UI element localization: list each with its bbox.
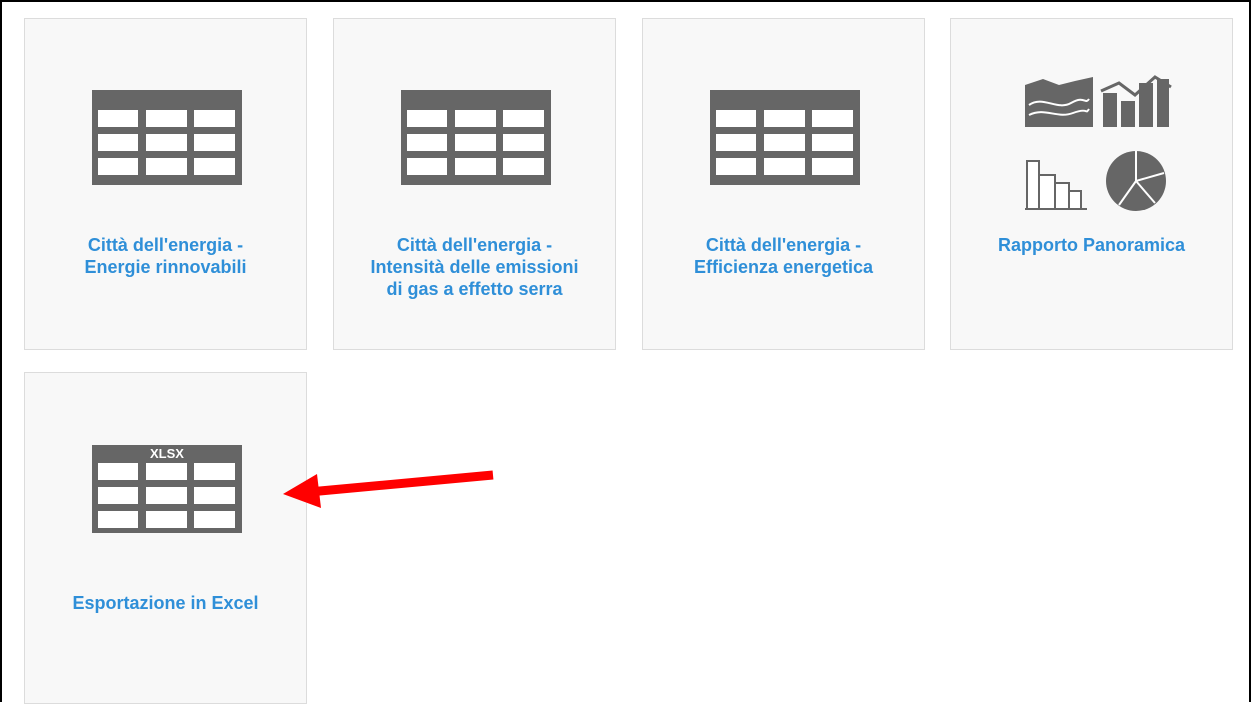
tile-label[interactable]: Città dell'energia - Energie rinnovabili — [33, 234, 298, 278]
tile-intensita-emissioni[interactable]: Città dell'energia - Intensità delle emi… — [333, 18, 616, 350]
tile-label[interactable]: Esportazione in Excel — [33, 592, 298, 614]
red-arrow-icon — [283, 470, 494, 508]
table-icon — [710, 90, 860, 185]
table-icon — [401, 90, 551, 185]
tile-rapporto-panoramica[interactable]: Rapporto Panoramica — [950, 18, 1233, 350]
xlsx-badge: XLSX — [150, 446, 184, 461]
tile-esportazione-excel[interactable]: XLSX Esportazione in Excel — [24, 372, 307, 704]
tile-label[interactable]: Città dell'energia - Efficienza energeti… — [651, 234, 916, 278]
tile-label[interactable]: Città dell'energia - Intensità delle emi… — [342, 234, 607, 300]
table-icon — [92, 90, 242, 185]
tile-label[interactable]: Rapporto Panoramica — [959, 234, 1224, 256]
xlsx-table-icon: XLSX — [92, 445, 242, 533]
tile-energie-rinnovabili[interactable]: Città dell'energia - Energie rinnovabili — [24, 18, 307, 350]
tile-efficienza-energetica[interactable]: Città dell'energia - Efficienza energeti… — [642, 18, 925, 350]
charts-icon — [1025, 75, 1172, 211]
